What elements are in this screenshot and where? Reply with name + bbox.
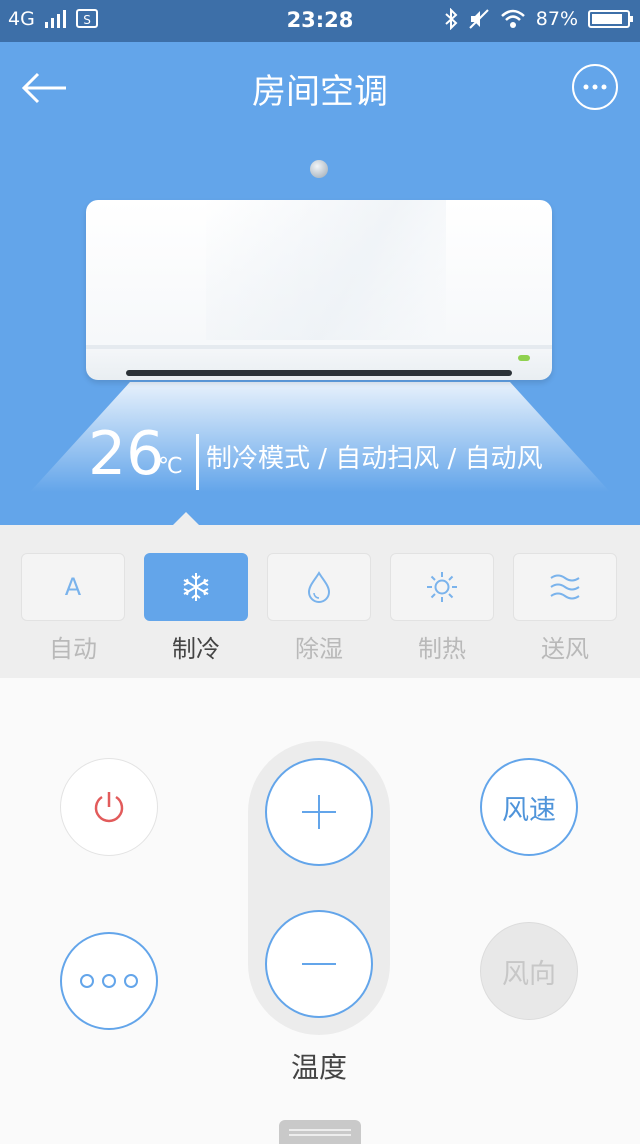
- wifi-icon: [500, 9, 525, 28]
- mode-heat-button[interactable]: [390, 553, 494, 621]
- more-options-icon[interactable]: [572, 64, 618, 110]
- mode-cool-button[interactable]: [144, 553, 248, 621]
- more-dots-icon: [124, 974, 138, 988]
- wind-icon: [550, 574, 580, 600]
- power-button[interactable]: [60, 758, 158, 856]
- battery-percent: 87%: [535, 8, 578, 30]
- minus-icon: [302, 963, 336, 965]
- fan-speed-button[interactable]: 风速: [480, 758, 578, 856]
- temperature-unit: ℃: [158, 454, 183, 479]
- mode-label: 除湿: [295, 635, 343, 663]
- temperature-value: 26: [88, 419, 165, 489]
- sun-icon: [427, 572, 457, 602]
- plus-icon: [302, 795, 336, 829]
- temperature-label: 温度: [290, 1051, 347, 1084]
- mode-auto-button[interactable]: A: [21, 553, 125, 621]
- bluetooth-icon: [445, 8, 458, 30]
- mode-label: 制热: [418, 635, 466, 663]
- status-bar: 4G S 23:28 87%: [0, 0, 640, 42]
- more-dots-icon: [102, 974, 116, 988]
- mode-cool[interactable]: 制冷: [144, 553, 248, 664]
- droplet-icon: [307, 571, 331, 603]
- mode-label: 制冷: [172, 635, 220, 663]
- mode-status-text: 制冷模式 / 自动扫风 / 自动风: [206, 444, 543, 474]
- fan-direction-button[interactable]: 风向: [480, 922, 578, 1020]
- temperature-up-button[interactable]: [265, 758, 373, 866]
- more-dots-icon: [80, 974, 94, 988]
- temperature-down-button[interactable]: [265, 910, 373, 1018]
- power-icon: [94, 792, 124, 823]
- mode-dehumidify[interactable]: 除湿: [267, 553, 371, 664]
- bottom-drawer-handle[interactable]: [279, 1120, 361, 1144]
- snowflake-icon: [183, 573, 209, 601]
- mode-auto[interactable]: A 自动: [21, 553, 125, 664]
- ac-indicator-light: [518, 355, 530, 361]
- mode-label: 送风: [541, 635, 589, 663]
- divider: [196, 434, 199, 490]
- air-conditioner-illustration: [86, 200, 552, 380]
- auto-icon: A: [64, 573, 82, 601]
- page-title: 房间空调: [252, 72, 388, 112]
- mode-heat[interactable]: 制热: [390, 553, 494, 664]
- mode-selector: A 自动 制冷 除湿 制热 送风: [0, 525, 640, 678]
- mode-dehumidify-button[interactable]: [267, 553, 371, 621]
- battery-icon: [588, 10, 633, 28]
- mode-fan[interactable]: 送风: [513, 553, 617, 664]
- ac-sensor-dot: [310, 160, 328, 178]
- active-mode-pointer: [173, 512, 199, 525]
- mode-fan-button[interactable]: [513, 553, 617, 621]
- mute-icon: [469, 9, 489, 29]
- mode-label: 自动: [49, 635, 97, 663]
- more-functions-button[interactable]: [60, 932, 158, 1030]
- ac-hero: 房间空调 26 ℃ 制冷模式 / 自动扫风 / 自动风: [0, 42, 640, 525]
